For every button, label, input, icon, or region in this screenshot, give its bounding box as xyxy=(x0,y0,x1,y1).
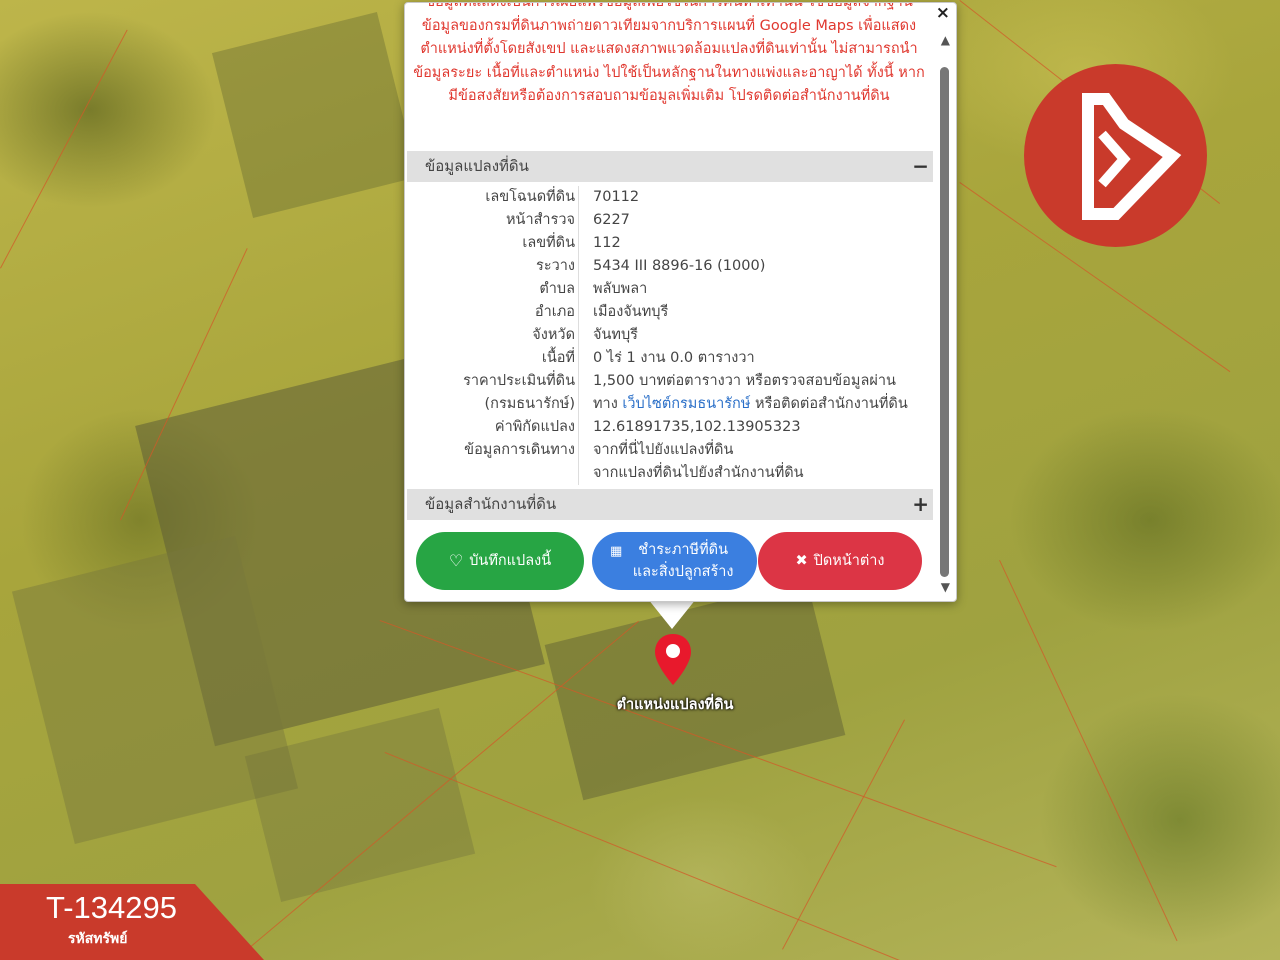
disclaimer-notice: ข้อมูลที่แสดงเป็นการเผยแพร่ข้อมูลเพื่อใช… xyxy=(413,3,925,104)
treasury-website-link[interactable]: เว็บไซต์กรมธนารักษ์ xyxy=(622,396,750,412)
office-info-section-title: ข้อมูลสำนักงานที่ดิน xyxy=(425,495,557,513)
listing-code: T-134295 xyxy=(46,890,177,925)
info-row: ข้อมูลการเดินทาง จากที่นี่ไปยังแปลงที่ดิน xyxy=(407,439,933,462)
info-row: จากแปลงที่ดินไปยังสำนักงานที่ดิน xyxy=(407,462,933,485)
info-row: อำเภอ เมืองจันทบุรี xyxy=(407,301,933,324)
row-value: 112 xyxy=(593,235,621,251)
grid-icon: ▦ xyxy=(610,544,623,559)
directions-to-office-link[interactable]: จากแปลงที่ดินไปยังสำนักงานที่ดิน xyxy=(593,462,804,485)
row-value: พลับพลา xyxy=(593,281,648,297)
row-value: จันทบุรี xyxy=(593,327,638,343)
parcel-boundary xyxy=(0,29,128,269)
land-info-section-title: ข้อมูลแปลงที่ดิน xyxy=(425,157,529,175)
row-value: เมืองจันทบุรี xyxy=(593,304,669,320)
heart-icon: ♡ xyxy=(448,551,464,570)
row-value: 70112 xyxy=(593,189,640,205)
info-row: ค่าพิกัดแปลง 12.61891735,102.13905323 xyxy=(407,416,933,439)
close-icon: ✖ xyxy=(795,553,808,569)
row-value: ทาง เว็บไซต์กรมธนารักษ์ หรือติดต่อสำนักง… xyxy=(593,393,908,416)
row-value-text: ทาง xyxy=(593,396,623,412)
marker-label: ตำแหน่งแปลงที่ดิน xyxy=(616,697,734,713)
land-info-section-header[interactable]: ข้อมูลแปลงที่ดิน − xyxy=(407,151,933,182)
row-label: จังหวัด xyxy=(532,327,575,343)
listing-code-caption: รหัสทรัพย์ xyxy=(68,931,128,947)
brand-logo xyxy=(1024,64,1207,247)
row-value: 6227 xyxy=(593,212,630,228)
close-window-button[interactable]: ✖ ปิดหน้าต่าง xyxy=(758,532,922,590)
info-row: ระวาง 5434 III 8896-16 (1000) xyxy=(407,255,933,278)
info-row: เลขโฉนดที่ดิน 70112 xyxy=(407,186,933,209)
parcel-boundary xyxy=(782,719,905,950)
row-label: ระวาง xyxy=(536,258,575,274)
popup-content: ข้อมูลที่แสดงเป็นการเผยแพร่ข้อมูลเพื่อใช… xyxy=(405,3,933,601)
coordinates-link[interactable]: 12.61891735,102.13905323 xyxy=(593,416,801,439)
land-info-table: เลขโฉนดที่ดิน 70112 หน้าสำรวจ 6227 เลขที่ด… xyxy=(407,186,933,485)
scroll-down-icon[interactable]: ▼ xyxy=(941,580,950,594)
map-pin-icon xyxy=(655,634,691,685)
info-row: เนื้อที่ 0 ไร่ 1 งาน 0.0 ตารางวา xyxy=(407,347,933,370)
info-row: ตำบล พลับพลา xyxy=(407,278,933,301)
popup-pointer xyxy=(648,599,696,629)
info-row: (กรมธนารักษ์) ทาง เว็บไซต์กรมธนารักษ์ หรื… xyxy=(407,393,933,416)
save-parcel-button[interactable]: ♡ บันทึกแปลงนี้ xyxy=(416,532,584,590)
row-label: เลขที่ดิน xyxy=(522,235,575,251)
map-building xyxy=(211,11,419,219)
brand-b-icon xyxy=(1082,93,1182,220)
pay-land-tax-label: ชำระภาษีที่ดินและสิ่งปลูกสร้าง xyxy=(632,542,734,580)
popup-close-icon[interactable]: × xyxy=(936,3,950,23)
row-label: เลขโฉนดที่ดิน xyxy=(485,189,575,205)
office-info-section-header[interactable]: ข้อมูลสำนักงานที่ดิน + xyxy=(407,489,933,520)
row-value-text: หรือติดต่อสำนักงานที่ดิน xyxy=(750,396,908,412)
info-row: หน้าสำรวจ 6227 xyxy=(407,209,933,232)
popup-scrollbar[interactable] xyxy=(940,67,949,577)
close-window-label: ปิดหน้าต่าง xyxy=(813,553,885,569)
parcel-marker[interactable] xyxy=(653,632,693,687)
row-label: (กรมธนารักษ์) xyxy=(484,396,575,412)
row-label: หน้าสำรวจ xyxy=(505,212,575,228)
row-label: ข้อมูลการเดินทาง xyxy=(464,442,575,458)
save-parcel-label: บันทึกแปลงนี้ xyxy=(469,553,552,569)
parcel-boundary xyxy=(999,560,1178,942)
row-label: เนื้อที่ xyxy=(541,350,575,366)
row-value: 0 ไร่ 1 งาน 0.0 ตารางวา xyxy=(593,350,755,366)
row-value: 1,500 บาทต่อตารางวา หรือตรวจสอบข้อมูลผ่า… xyxy=(593,373,896,389)
info-row: ราคาประเมินที่ดิน 1,500 บาทต่อตารางวา หรื… xyxy=(407,370,933,393)
info-row: จังหวัด จันทบุรี xyxy=(407,324,933,347)
directions-to-parcel-link[interactable]: จากที่นี่ไปยังแปลงที่ดิน xyxy=(593,439,733,462)
row-value: 5434 III 8896-16 (1000) xyxy=(593,258,766,274)
row-label: ตำบล xyxy=(539,281,575,297)
parcel-info-popup: ข้อมูลที่แสดงเป็นการเผยแพร่ข้อมูลเพื่อใช… xyxy=(404,2,957,602)
expand-icon[interactable]: + xyxy=(912,489,929,520)
row-label: ค่าพิกัดแปลง xyxy=(494,419,575,435)
info-row: เลขที่ดิน 112 xyxy=(407,232,933,255)
scroll-up-icon[interactable]: ▲ xyxy=(941,33,950,47)
row-label: ราคาประเมินที่ดิน xyxy=(463,373,575,389)
row-label: อำเภอ xyxy=(534,304,575,320)
collapse-icon[interactable]: − xyxy=(912,151,929,182)
pay-land-tax-button[interactable]: ▦ ชำระภาษีที่ดินและสิ่งปลูกสร้าง xyxy=(592,532,757,590)
